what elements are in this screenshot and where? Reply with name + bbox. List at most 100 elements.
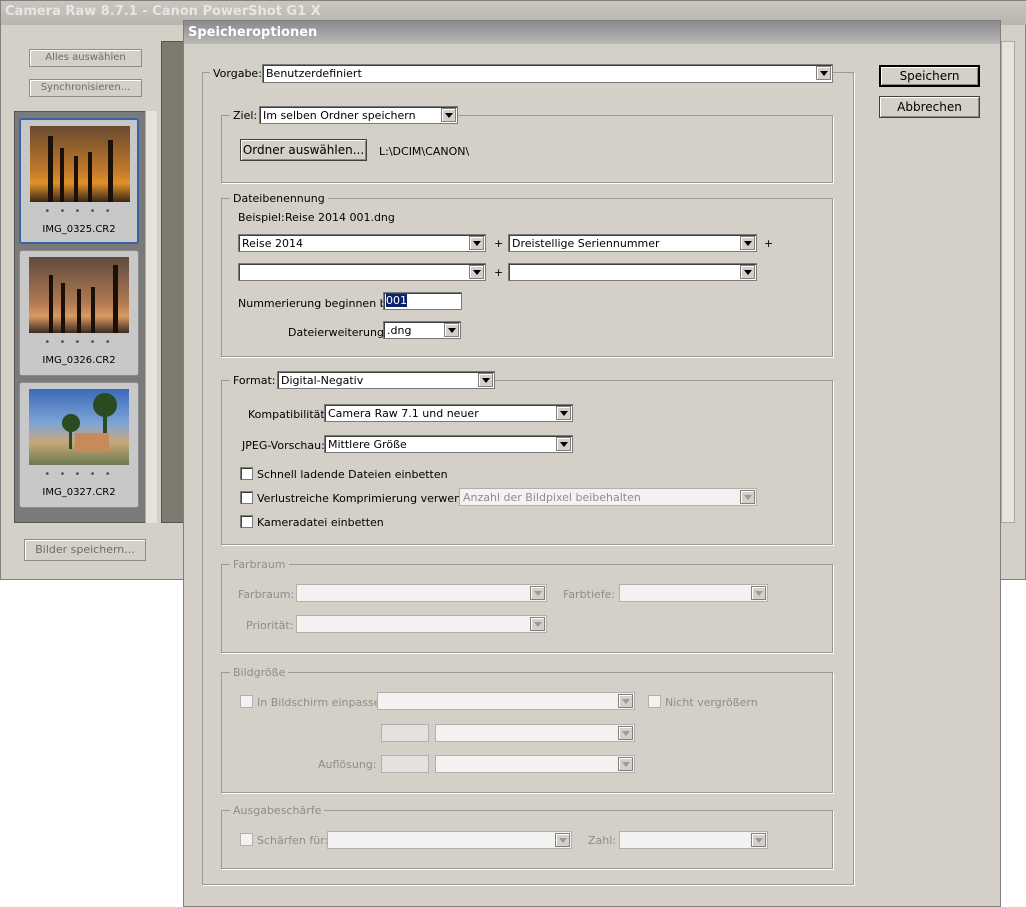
colorspace-legend: Farbraum (230, 558, 289, 571)
dialog-title: Speicheroptionen (184, 21, 1000, 44)
preset-label: Vorgabe: (210, 67, 265, 80)
color-depth-dropdown[interactable] (619, 584, 768, 602)
chevron-down-icon (530, 586, 545, 600)
priority-label: Priorität: (246, 619, 294, 632)
chevron-down-icon (816, 66, 831, 80)
thumbnail-caption: IMG_0327.CR2 (42, 487, 116, 498)
choose-folder-button[interactable]: Ordner auswählen... (240, 139, 367, 161)
thumbnail-item[interactable]: • • • • • IMG_0326.CR2 (19, 250, 139, 376)
chevron-down-icon (444, 323, 459, 337)
target-label: Ziel: (230, 109, 261, 122)
resolution-label: Auflösung: (318, 758, 377, 771)
fit-screen-checkbox[interactable] (240, 695, 253, 708)
preset-value: Benutzerdefiniert (266, 67, 362, 80)
sharpen-for-dropdown[interactable] (327, 831, 572, 849)
extension-dropdown[interactable]: .dng (383, 321, 461, 339)
plus-sign: + (494, 266, 504, 279)
chevron-down-icon (478, 373, 493, 387)
chevron-down-icon (618, 726, 633, 740)
fast-load-checkbox[interactable] (240, 467, 253, 480)
naming-field-1-value: Reise 2014 (242, 237, 303, 250)
naming-legend: Dateibenennung (230, 192, 328, 205)
chevron-down-icon (556, 437, 571, 451)
thumbnail-caption: IMG_0325.CR2 (42, 224, 116, 235)
imagesize-legend: Bildgröße (230, 666, 289, 679)
chevron-down-icon (441, 108, 456, 122)
format-dropdown[interactable]: Digital-Negativ (277, 371, 495, 389)
save-images-button[interactable]: Bilder speichern... (24, 539, 146, 561)
thumbnail-image (29, 257, 129, 333)
example-value: Reise 2014 001.dng (285, 211, 395, 224)
embed-raw-checkbox[interactable] (240, 515, 253, 528)
lossy-value: Anzahl der Bildpixel beibehalten (463, 491, 641, 504)
cancel-button[interactable]: Abbrechen (879, 96, 980, 118)
compatibility-value: Camera Raw 7.1 und neuer (328, 407, 479, 420)
right-scrollbar[interactable] (1001, 41, 1015, 523)
start-number-label: Nummerierung beginnen bei: (238, 297, 401, 310)
save-button[interactable]: Speichern (879, 65, 980, 87)
preset-dropdown[interactable]: Benutzerdefiniert (262, 64, 833, 83)
compatibility-dropdown[interactable]: Camera Raw 7.1 und neuer (324, 404, 573, 422)
no-enlarge-label: Nicht vergrößern (665, 696, 758, 709)
chevron-down-icon (751, 586, 766, 600)
filmstrip-scrollbar[interactable] (145, 111, 157, 523)
example-label: Beispiel: (238, 211, 285, 224)
save-options-dialog: Speicheroptionen Vorgabe: Benutzerdefini… (183, 20, 1001, 907)
chevron-down-icon (555, 833, 570, 847)
chevron-down-icon (740, 490, 755, 504)
chevron-down-icon (740, 265, 755, 279)
sharpen-checkbox[interactable] (240, 833, 253, 846)
format-label: Format: (230, 374, 279, 387)
extension-label: Dateierweiterung: (288, 326, 388, 339)
thumbnail-image (29, 389, 129, 465)
jpeg-preview-value: Mittlere Größe (328, 438, 407, 451)
plus-sign: + (494, 237, 504, 250)
sharpen-legend: Ausgabeschärfe (230, 804, 325, 817)
colorspace-label: Farbraum: (238, 588, 295, 601)
rating-stars: • • • • • (44, 206, 114, 217)
naming-field-1[interactable]: Reise 2014 (238, 234, 486, 252)
folder-path: L:\DCIM\CANON\ (379, 145, 470, 158)
sharpen-amount-dropdown[interactable] (619, 831, 768, 849)
no-enlarge-checkbox[interactable] (648, 695, 661, 708)
lossy-dropdown[interactable]: Anzahl der Bildpixel beibehalten (459, 488, 757, 506)
target-dropdown[interactable]: Im selben Ordner speichern (259, 106, 458, 124)
naming-field-4[interactable] (508, 263, 757, 281)
chevron-down-icon (618, 757, 633, 771)
chevron-down-icon (469, 236, 484, 250)
select-all-button[interactable]: Alles auswählen (29, 49, 142, 67)
jpeg-preview-label: JPEG-Vorschau: (242, 439, 325, 452)
jpeg-preview-dropdown[interactable]: Mittlere Größe (324, 435, 573, 453)
lossy-label: Verlustreiche Komprimierung verwenden: (257, 492, 486, 505)
priority-dropdown[interactable] (296, 615, 547, 633)
fit-screen-dropdown[interactable] (377, 692, 635, 710)
synchronize-button[interactable]: Synchronisieren... (29, 79, 142, 97)
chevron-down-icon (740, 236, 755, 250)
filmstrip: • • • • • IMG_0325.CR2 • • • • • IMG_032… (14, 111, 157, 523)
start-number-input[interactable]: 001 (383, 292, 462, 310)
resolution-unit-dropdown[interactable] (435, 755, 635, 773)
resolution-input[interactable] (381, 755, 429, 773)
lossy-checkbox[interactable] (240, 491, 253, 504)
size-unit-dropdown[interactable] (435, 724, 635, 742)
start-number-value: 001 (386, 294, 407, 307)
thumbnail-item[interactable]: • • • • • IMG_0325.CR2 (19, 118, 139, 244)
sharpen-amount-label: Zahl: (588, 834, 617, 847)
chevron-down-icon (556, 406, 571, 420)
thumbnail-image (30, 126, 130, 202)
chevron-down-icon (469, 265, 484, 279)
colorspace-dropdown[interactable] (296, 584, 547, 602)
extension-value: .dng (387, 324, 412, 337)
naming-field-3[interactable] (238, 263, 486, 281)
color-depth-label: Farbtiefe: (563, 588, 616, 601)
naming-field-2-value: Dreistellige Seriennummer (512, 237, 660, 250)
thumbnail-item[interactable]: • • • • • IMG_0327.CR2 (19, 382, 139, 508)
chevron-down-icon (751, 833, 766, 847)
chevron-down-icon (530, 617, 545, 631)
embed-raw-label: Kameradatei einbetten (257, 516, 384, 529)
size-value-input[interactable] (381, 724, 429, 742)
naming-field-2[interactable]: Dreistellige Seriennummer (508, 234, 757, 252)
chevron-down-icon (618, 694, 633, 708)
fast-load-label: Schnell ladende Dateien einbetten (257, 468, 448, 481)
rating-stars: • • • • • (44, 469, 114, 480)
